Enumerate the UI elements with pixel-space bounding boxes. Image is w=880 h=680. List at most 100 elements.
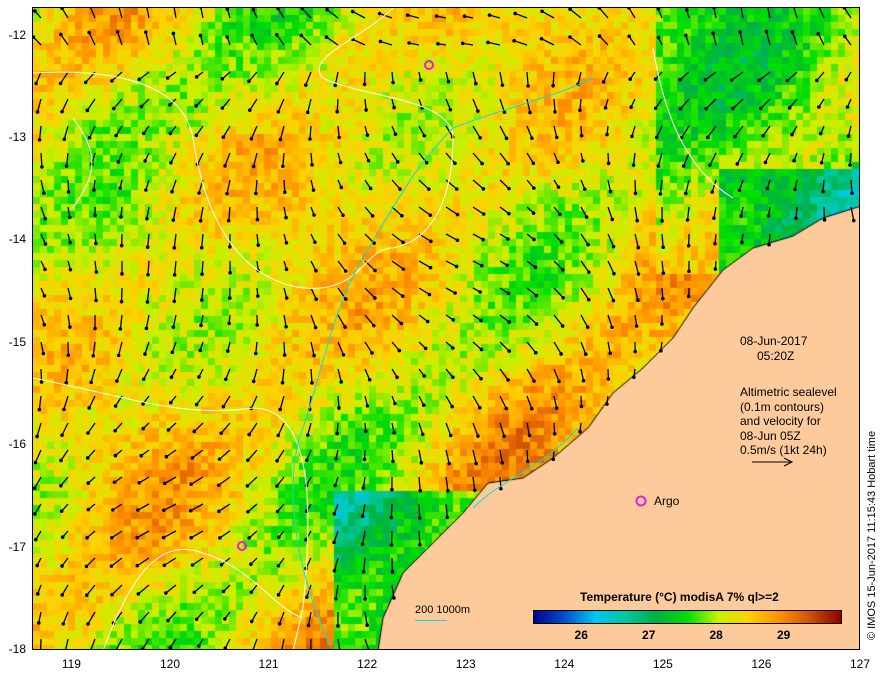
velocity-arrow-head [172,273,177,277]
velocity-arrow-head [221,589,226,594]
bathymetry-contour [472,427,579,509]
velocity-arrow-head [166,618,170,623]
velocity-arrow-head [454,187,459,191]
velocity-arrow [391,584,395,599]
velocity-arrow-head [197,375,201,379]
velocity-arrow-head [190,563,195,567]
velocity-arrow [67,179,70,193]
velocity-arrow-head [333,483,338,488]
velocity-arrow-head [115,379,119,383]
velocity-arrow [709,152,717,166]
bathymetry-contour-legend [415,620,447,621]
velocity-arrow-head [220,106,225,110]
velocity-arrow [541,10,555,19]
velocity-arrow-head [502,434,506,438]
velocity-arrow-head [421,403,426,407]
velocity-arrow [196,152,204,165]
velocity-arrow-head [581,159,585,163]
velocity-arrow-head [526,84,530,88]
velocity-arrow-head [42,293,47,298]
argo-float-icon [635,495,647,507]
velocity-arrow-head [324,35,329,39]
velocity-arrow-head [284,267,289,272]
velocity-arrow [850,179,853,194]
velocity-arrow [94,287,97,301]
velocity-arrow-head [635,218,640,223]
velocity-arrow [333,557,339,571]
velocity-arrow [136,557,150,567]
velocity-arrow-head [816,32,821,36]
velocity-arrow-head [161,508,166,513]
velocity-arrow [552,71,555,86]
velocity-arrow-head [603,106,608,110]
velocity-arrow [250,125,258,139]
velocity-arrow-head [135,563,140,568]
velocity-arrow-head [422,374,426,378]
velocity-arrow-head [60,564,64,568]
velocity-arrow [276,34,285,46]
velocity-arrow [364,341,373,354]
velocity-arrow [146,287,150,302]
velocity-overlay [33,8,856,649]
velocity-arrow-head [606,161,611,166]
velocity-arrow-head [165,76,170,80]
velocity-arrow-head [507,211,511,216]
velocity-arrow [634,206,638,221]
velocity-arrow-head [611,298,616,303]
velocity-arrow [88,395,96,409]
velocity-arrow-head [62,137,67,142]
velocity-arrow [472,152,483,165]
velocity-arrow-head [505,263,509,268]
velocity-arrow-head [401,240,405,245]
velocity-arrow [499,152,509,165]
velocity-arrow [364,638,370,649]
altimetry-line: (0.1m contours) [740,399,825,414]
velocity-arrow-head [276,564,281,568]
velocity-arrow [38,125,42,140]
velocity-arrow-head [632,375,636,379]
velocity-arrow-head [313,240,317,245]
velocity-arrow [657,152,663,167]
velocity-arrow [137,503,150,511]
velocity-arrow-head [143,30,148,34]
velocity-arrow-head [393,401,397,406]
velocity-arrow-head [198,348,203,353]
velocity-arrow-head [139,453,143,458]
y-tick-label: -12 [8,27,26,42]
velocity-arrow-head [370,214,375,218]
velocity-arrow [680,98,690,110]
velocity-arrow-head [219,562,224,567]
velocity-arrow-head [60,593,65,597]
velocity-arrow-head [143,159,147,163]
velocity-arrow [310,368,313,383]
velocity-arrow-head [86,507,91,512]
velocity-arrow-head [818,131,823,136]
sealevel-contour [72,117,93,209]
velocity-arrow-head [68,267,73,272]
velocity-arrow-head [253,191,258,196]
velocity-arrow [281,368,285,383]
velocity-arrow-head [373,268,377,273]
velocity-arrow-head [681,164,686,168]
velocity-arrow-head [115,29,120,34]
velocity-arrow [661,233,664,248]
velocity-arrow-head [192,429,197,434]
velocity-arrow-head [605,132,609,137]
velocity-arrow-head [280,380,285,385]
velocity-arrow-head [400,294,405,299]
velocity-arrow-head [361,570,366,574]
velocity-arrow-head [314,297,319,301]
velocity-arrow-head [436,41,440,46]
velocity-arrow [391,260,404,270]
map-plot [32,7,860,650]
velocity-arrow [145,314,150,329]
velocity-arrow-head [60,109,64,114]
velocity-arrow-head [169,375,174,380]
velocity-arrow-head [532,379,536,383]
velocity-arrow-head [255,323,259,327]
velocity-arrow [279,395,285,410]
x-tick-label: 126 [751,657,772,671]
velocity-arrow [279,125,285,140]
velocity-arrow-head [425,319,430,324]
velocity-arrow-head [89,380,93,385]
